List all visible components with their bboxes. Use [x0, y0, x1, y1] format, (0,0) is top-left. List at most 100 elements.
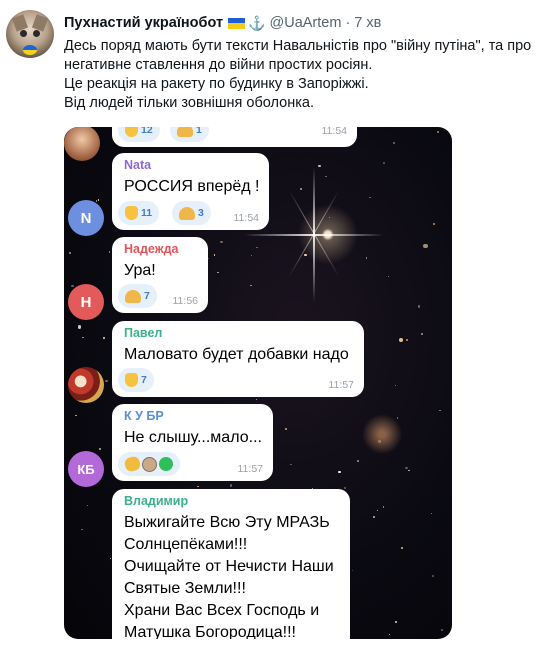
thumbs-up-icon: [125, 206, 138, 220]
cat-eye-left: [20, 30, 27, 37]
reaction-count: 7: [144, 290, 150, 302]
separator-dot: ·: [345, 15, 351, 31]
reaction-chip[interactable]: 1: [170, 127, 209, 142]
star: [220, 240, 223, 244]
star: [77, 325, 82, 329]
face-avatar-icon: [142, 456, 157, 472]
chat-message: Надежда Ура! 7 11:56: [112, 237, 208, 313]
message-text: Не слышу...мало...: [124, 429, 262, 446]
star: [285, 428, 288, 431]
star: [75, 414, 78, 417]
chat-avatar: КБ: [68, 451, 104, 487]
star: [251, 254, 253, 257]
message-sender: Павел: [124, 326, 163, 340]
reaction-chip[interactable]: 7: [118, 368, 154, 392]
message-text-line: Солнцепёками!!!: [124, 536, 248, 553]
star: [213, 254, 216, 256]
cat-ear-right: [31, 14, 49, 32]
cat-ear-left: [11, 14, 29, 32]
star: [325, 175, 327, 178]
tweet-text-line: негативне ставлення до війни простих рос…: [64, 57, 373, 73]
message-text-line: Матушка Богородица!!!: [124, 624, 296, 639]
cat-eye-right: [33, 30, 40, 37]
pray-icon: [179, 206, 195, 220]
star: [400, 546, 404, 550]
avatar-letter: Н: [80, 293, 92, 311]
ukraine-badge-icon: [23, 45, 37, 55]
chat-message: 12 1 11:54: [112, 127, 357, 147]
chat-message: Nata РОССИЯ вперёд ! 11 3 11:54: [112, 153, 269, 230]
star: [103, 337, 105, 339]
star: [299, 187, 302, 190]
reaction-chip[interactable]: 3: [172, 201, 211, 225]
star: [407, 469, 410, 472]
star: [441, 628, 444, 631]
author-name[interactable]: Пухнастий українобот: [64, 15, 223, 31]
star: [343, 486, 347, 490]
reaction-chip[interactable]: [118, 452, 180, 476]
star: [369, 196, 371, 199]
star: [108, 251, 111, 254]
tweet-text-line: Це реакція на ракету по будинку в Запорі…: [64, 76, 369, 92]
chat-message: К У БР Не слышу...мало... 11:57: [112, 404, 273, 481]
star: [432, 223, 435, 226]
star: [95, 200, 98, 202]
avatar-letter: КБ: [77, 461, 95, 477]
reaction-count: 1: [196, 127, 202, 136]
star: [87, 505, 89, 507]
message-text: РОССИЯ вперёд !: [124, 178, 260, 195]
star: [423, 243, 428, 249]
star: [420, 332, 424, 335]
star: [338, 470, 341, 474]
chat-message: Владимир Выжигайте Всю Эту МРАЗЬ Солнцеп…: [112, 489, 350, 639]
star: [352, 570, 354, 572]
star: [382, 161, 386, 165]
tweet[interactable]: Пухнастий українобот ⚓ @UaArtem · 7 хв Д…: [0, 0, 560, 651]
thumbs-up-icon: [125, 373, 138, 387]
star: [392, 141, 395, 144]
message-text-line: Выжигайте Всю Эту МРАЗЬ: [124, 514, 330, 531]
message-sender: К У БР: [124, 409, 164, 423]
star: [378, 440, 381, 443]
star: [97, 199, 100, 201]
reaction-chip[interactable]: 11: [118, 201, 160, 225]
user-photo-avatar-icon: [68, 367, 104, 403]
clap-icon: [123, 455, 142, 473]
chat-avatar: N: [68, 200, 104, 236]
star: [250, 284, 252, 286]
avatar-letter: N: [80, 209, 92, 227]
reaction-chip[interactable]: 12: [118, 127, 160, 142]
star: [396, 417, 399, 419]
green-dot-icon: [159, 457, 173, 471]
star: [105, 380, 108, 383]
reaction-count: 12: [141, 127, 153, 136]
tweet-text: Десь поряд мають бути тексти Навальністі…: [64, 37, 558, 113]
author-handle[interactable]: @UaArtem: [270, 15, 342, 31]
reaction-count: 3: [198, 207, 204, 219]
message-sender: Nata: [124, 158, 152, 172]
message-time: 11:57: [237, 463, 264, 475]
pray-icon: [177, 127, 193, 137]
star: [398, 338, 403, 343]
tweet-media-image[interactable]: 12 1 11:54 N Nata РОССИЯ вперёд ! 11 3 1…: [64, 127, 452, 639]
message-text-line: Святые Земли!!!: [124, 580, 246, 597]
star: [405, 338, 409, 342]
reaction-count: 11: [141, 207, 153, 219]
message-text: Маловато будет добавки надо: [124, 346, 349, 363]
star: [432, 575, 434, 577]
star: [382, 506, 385, 508]
message-time: 11:54: [321, 127, 348, 137]
message-time: 11:56: [172, 295, 199, 307]
tweet-time[interactable]: 7 хв: [354, 15, 381, 31]
star: [217, 271, 219, 273]
message-time: 11:57: [328, 379, 355, 391]
star: [394, 384, 396, 386]
message-sender: Владимир: [124, 494, 189, 508]
author-avatar[interactable]: [6, 10, 54, 58]
chat-message: Павел Маловато будет добавки надо 7 11:5…: [112, 321, 364, 397]
star: [388, 276, 390, 278]
tweet-text-line: Від людей тільки зовнішня оболонка.: [64, 95, 314, 111]
reaction-chip[interactable]: 7: [118, 284, 157, 308]
star: [98, 447, 101, 450]
tweet-text-line: Десь поряд мають бути тексти Навальністі…: [64, 38, 532, 54]
